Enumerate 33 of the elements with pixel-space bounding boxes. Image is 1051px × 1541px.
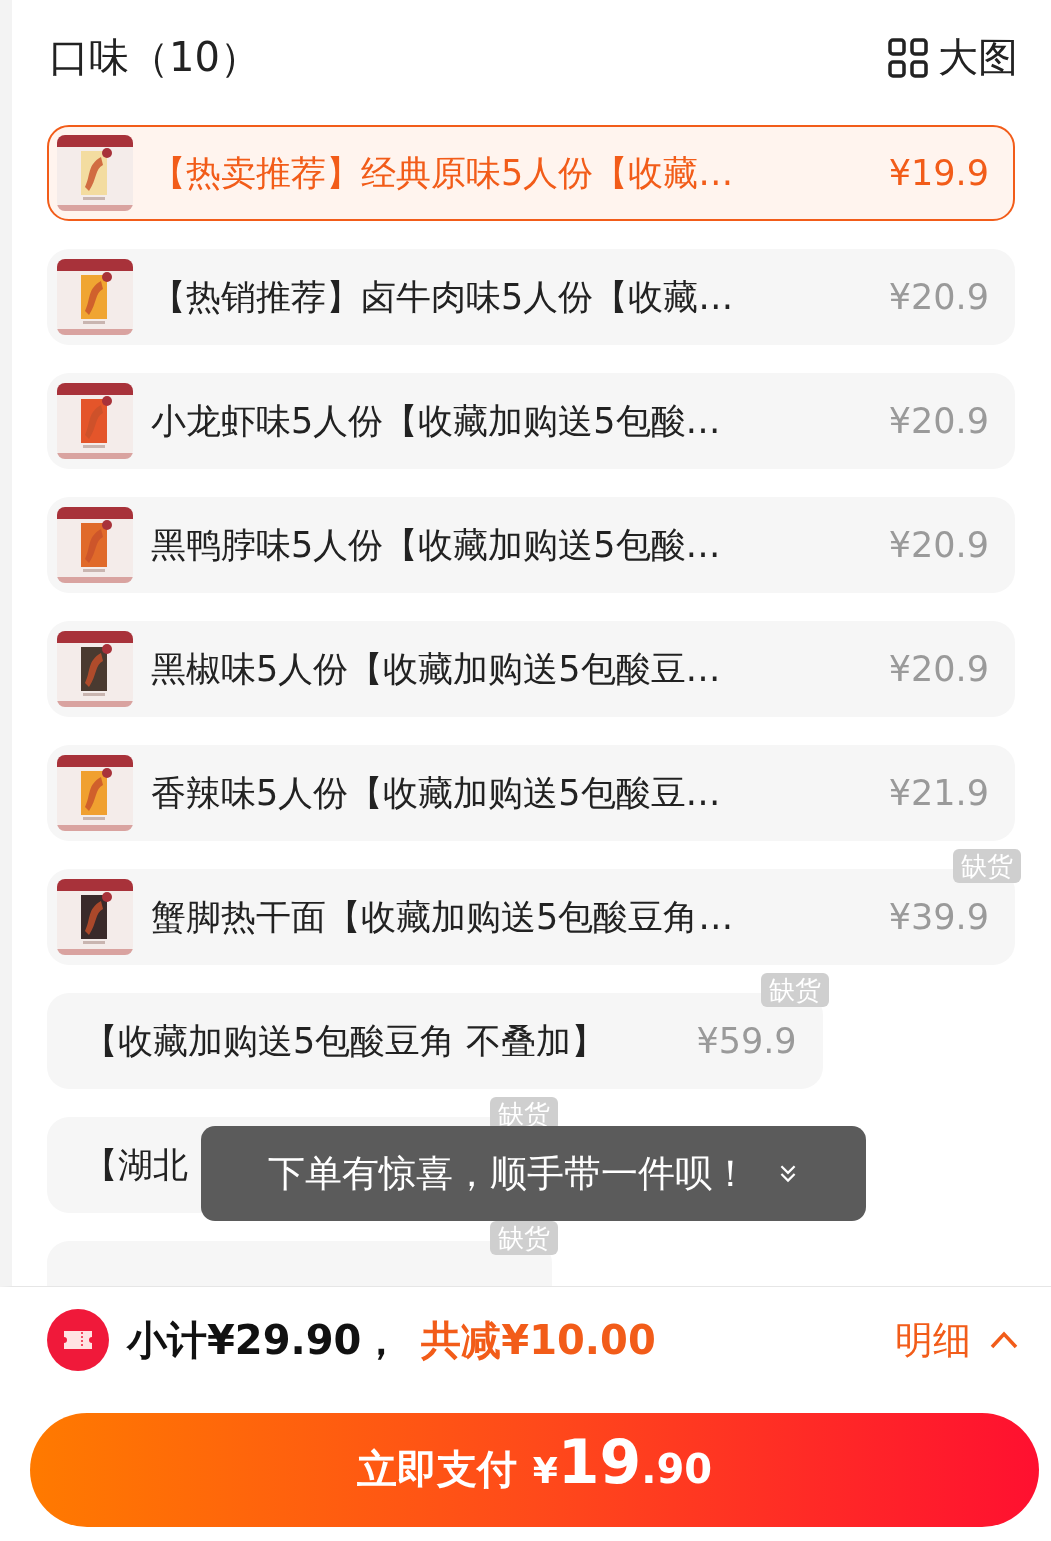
option-price: ¥20.9 xyxy=(888,649,989,689)
option-name: 黑椒味5人份【收藏加购送5包酸豆… xyxy=(151,647,722,691)
coupon-icon xyxy=(47,1309,109,1371)
toast: 下单有惊喜，顺手带一件呗！ xyxy=(201,1126,866,1221)
discount-text: 共减¥10.00 xyxy=(421,1315,656,1365)
pay-button[interactable]: 立即支付 ¥19.90 xyxy=(30,1413,1039,1527)
chevron-up-icon xyxy=(989,1330,1019,1350)
option-price: ¥59.9 xyxy=(696,1021,797,1061)
option-name: 【湖北 xyxy=(83,1143,188,1187)
flavor-option[interactable]: 黑椒味5人份【收藏加购送5包酸豆… ¥20.9 xyxy=(47,621,1015,717)
flavor-option[interactable]: 香辣味5人份【收藏加购送5包酸豆… ¥21.9 xyxy=(47,745,1015,841)
option-price: ¥20.9 xyxy=(888,277,989,317)
option-price: ¥21.9 xyxy=(888,773,989,813)
option-name: 【收藏加购送5包酸豆角 不叠加】 xyxy=(83,1019,607,1063)
option-name: 小龙虾味5人份【收藏加购送5包酸… xyxy=(151,399,722,443)
subtotal-text: 小计¥29.90， xyxy=(127,1315,402,1365)
section-title: 口味（10） xyxy=(49,33,260,82)
flavor-option[interactable]: 黑鸭脖味5人份【收藏加购送5包酸… ¥20.9 xyxy=(47,497,1015,593)
option-name: 黑鸭脖味5人份【收藏加购送5包酸… xyxy=(151,523,722,567)
option-name: 香辣味5人份【收藏加购送5包酸豆… xyxy=(151,771,722,815)
option-price: ¥19.9 xyxy=(888,153,989,193)
option-name: 【热销推荐】卤牛肉味5人份【收藏… xyxy=(151,275,735,319)
flavor-option[interactable]: 蟹脚热干面【收藏加购送5包酸豆角… ¥39.9 xyxy=(47,869,1015,965)
option-price: ¥39.9 xyxy=(888,897,989,937)
flavor-option[interactable]: 【热销推荐】卤牛肉味5人份【收藏… ¥20.9 xyxy=(47,249,1015,345)
flavor-option[interactable]: 【收藏加购送5包酸豆角 不叠加】 ¥59.9 xyxy=(47,993,823,1089)
option-name: 蟹脚热干面【收藏加购送5包酸豆角… xyxy=(151,895,735,939)
flavor-option[interactable]: 小龙虾味5人份【收藏加购送5包酸… ¥20.9 xyxy=(47,373,1015,469)
grid-icon xyxy=(888,37,928,78)
option-name: 【热卖推荐】经典原味5人份【收藏… xyxy=(151,151,735,195)
option-price: ¥20.9 xyxy=(888,525,989,565)
option-price: ¥20.9 xyxy=(888,401,989,441)
large-view-toggle[interactable]: 大图 xyxy=(888,30,1018,85)
